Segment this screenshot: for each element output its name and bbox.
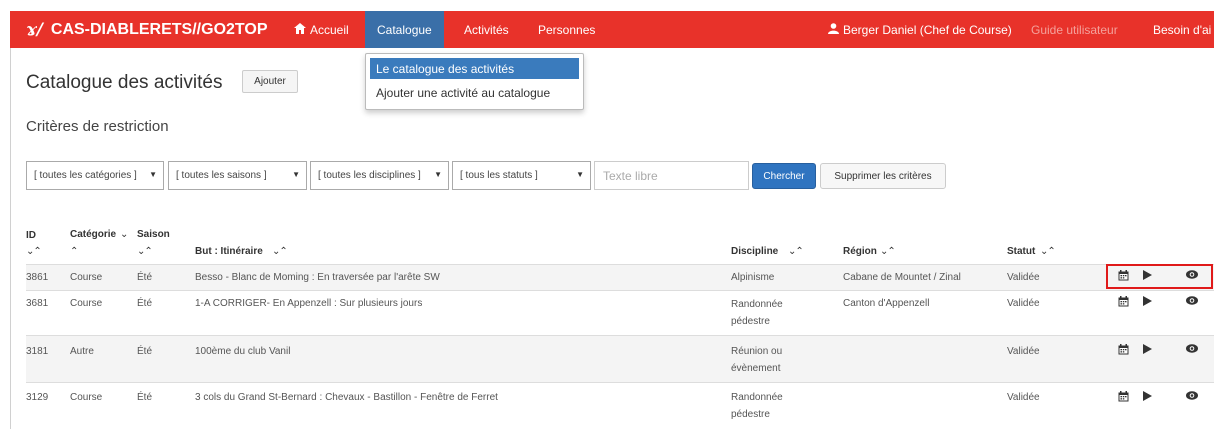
- eye-icon[interactable]: [1186, 296, 1198, 308]
- col-header-goal[interactable]: But : Itinéraire: [195, 246, 263, 257]
- sort-icon[interactable]: ⌄⌃: [26, 246, 42, 257]
- nav-help[interactable]: Besoin d'ai: [1153, 11, 1211, 48]
- nav-guide-label: Guide utilisateur: [1031, 22, 1118, 37]
- nav-user[interactable]: Berger Daniel (Chef de Course): [828, 11, 1012, 48]
- eye-icon[interactable]: [1186, 344, 1198, 356]
- cell-status: Validée: [1007, 272, 1040, 283]
- nav-guide[interactable]: Guide utilisateur: [1031, 11, 1118, 48]
- sort-up-icon[interactable]: ⌃: [70, 246, 78, 257]
- cell-status: Validée: [1007, 346, 1040, 357]
- page-title: Catalogue des activités: [26, 72, 223, 93]
- cell-discipline: Réunion ou évènement: [731, 346, 783, 374]
- cell-goal: 3 cols du Grand St-Bernard : Chevaux - B…: [195, 392, 498, 403]
- highlight-box: [1106, 264, 1213, 289]
- sort-down-icon[interactable]: ⌄: [120, 229, 128, 240]
- sort-icon[interactable]: ⌄⌃: [272, 246, 288, 257]
- menu-item-catalogue-list[interactable]: Le catalogue des activités: [370, 58, 579, 79]
- dropdown-arrow-icon: ▼: [292, 170, 300, 179]
- cell-status: Validée: [1007, 298, 1040, 309]
- category-select[interactable]: [ toutes les catégories ] ▼: [26, 161, 164, 190]
- season-select-value: [ toutes les saisons ]: [176, 170, 267, 181]
- sort-icon[interactable]: ⌄⌃: [1040, 246, 1056, 257]
- nav-home[interactable]: Accueil: [294, 11, 349, 48]
- cell-id: 3861: [26, 272, 49, 283]
- table-row[interactable]: 3129 Course Été 3 cols du Grand St-Berna…: [26, 382, 1214, 429]
- cell-discipline: Alpinisme: [731, 272, 775, 283]
- calendar-icon[interactable]: [1118, 296, 1129, 310]
- menu-item-add-activity[interactable]: Ajouter une activité au catalogue: [370, 82, 579, 103]
- col-header-category[interactable]: Catégorie: [70, 229, 116, 240]
- catalogue-dropdown-menu: Le catalogue des activités Ajouter une a…: [365, 53, 584, 110]
- cell-id: 3129: [26, 392, 49, 403]
- top-navbar: ɤ/ CAS-DIABLERETS//GO2TOP Accueil Catalo…: [10, 11, 1214, 48]
- cell-status: Validée: [1007, 392, 1040, 403]
- cell-category: Course: [70, 392, 103, 403]
- cell-id: 3181: [26, 346, 49, 357]
- cell-season: Été: [137, 272, 153, 283]
- sort-icon[interactable]: ⌄⌃: [788, 246, 804, 257]
- dropdown-arrow-icon: ▼: [434, 170, 442, 179]
- nav-people-label: Personnes: [538, 22, 596, 37]
- cell-category: Course: [70, 272, 103, 283]
- col-header-region[interactable]: Région: [843, 246, 877, 257]
- cell-discipline: Randonnée pédestre: [731, 392, 783, 420]
- cell-goal: Besso - Blanc de Moming : En traversée p…: [195, 272, 440, 283]
- eye-icon[interactable]: [1186, 391, 1198, 403]
- clear-criteria-button[interactable]: Supprimer les critères: [820, 163, 946, 189]
- cell-season: Été: [137, 298, 153, 309]
- col-header-discipline[interactable]: Discipline: [731, 246, 778, 257]
- calendar-icon[interactable]: [1118, 391, 1129, 405]
- dropdown-arrow-icon: ▼: [149, 170, 157, 179]
- user-icon: [828, 22, 839, 37]
- play-icon[interactable]: [1143, 344, 1152, 357]
- cell-goal: 1-A CORRIGER- En Appenzell : Sur plusieu…: [195, 298, 423, 309]
- play-icon[interactable]: [1143, 391, 1152, 404]
- season-select[interactable]: [ toutes les saisons ] ▼: [168, 161, 307, 190]
- dropdown-arrow-icon: ▼: [576, 170, 584, 179]
- nav-people[interactable]: Personnes: [538, 11, 595, 48]
- cell-category: Autre: [70, 346, 94, 357]
- brand[interactable]: ɤ/ CAS-DIABLERETS//GO2TOP: [26, 11, 268, 48]
- cell-id: 3681: [26, 298, 49, 309]
- brand-logo: ɤ/: [26, 19, 43, 40]
- sort-icon[interactable]: ⌄⌃: [880, 246, 896, 257]
- search-button[interactable]: Chercher: [752, 163, 816, 189]
- sort-icon[interactable]: ⌄⌃: [137, 246, 153, 257]
- free-text-input[interactable]: Texte libre: [594, 161, 749, 190]
- nav-catalogue[interactable]: Catalogue: [365, 11, 444, 48]
- nav-home-label: Accueil: [310, 22, 349, 37]
- cell-category: Course: [70, 298, 103, 309]
- restriction-criteria-heading: Critères de restriction: [26, 118, 169, 135]
- discipline-select-value: [ toutes les disciplines ]: [318, 170, 421, 181]
- status-select-value: [ tous les statuts ]: [460, 170, 538, 181]
- brand-name: CAS-DIABLERETS//GO2TOP: [50, 20, 268, 38]
- table-row[interactable]: 3181 Autre Été 100ème du club Vanil Réun…: [26, 335, 1214, 382]
- table-row[interactable]: 3861 Course Été Besso - Blanc de Moming …: [26, 264, 1214, 290]
- cell-discipline: Randonnée pédestre: [731, 299, 783, 327]
- cell-region: Canton d'Appenzell: [843, 298, 930, 309]
- nav-catalogue-label: Catalogue: [377, 22, 432, 37]
- cell-season: Été: [137, 346, 153, 357]
- cell-goal: 100ème du club Vanil: [195, 346, 291, 357]
- home-icon: [294, 22, 306, 37]
- nav-help-label: Besoin d'ai: [1153, 22, 1212, 37]
- table-row[interactable]: 3681 Course Été 1-A CORRIGER- En Appenze…: [26, 290, 1214, 335]
- play-icon[interactable]: [1143, 296, 1152, 309]
- col-header-season[interactable]: Saison: [137, 229, 170, 240]
- col-header-status[interactable]: Statut: [1007, 246, 1035, 257]
- category-select-value: [ toutes les catégories ]: [34, 170, 137, 181]
- discipline-select[interactable]: [ toutes les disciplines ] ▼: [310, 161, 449, 190]
- nav-activities[interactable]: Activités: [464, 11, 509, 48]
- cell-season: Été: [137, 392, 153, 403]
- cell-region: Cabane de Mountet / Zinal: [843, 272, 961, 283]
- add-button[interactable]: Ajouter: [242, 70, 298, 93]
- status-select[interactable]: [ tous les statuts ] ▼: [452, 161, 591, 190]
- calendar-icon[interactable]: [1118, 344, 1129, 358]
- page-border: [10, 48, 11, 429]
- nav-user-label: Berger Daniel (Chef de Course): [843, 22, 1012, 37]
- nav-activities-label: Activités: [464, 22, 509, 37]
- col-header-id[interactable]: ID: [26, 230, 36, 241]
